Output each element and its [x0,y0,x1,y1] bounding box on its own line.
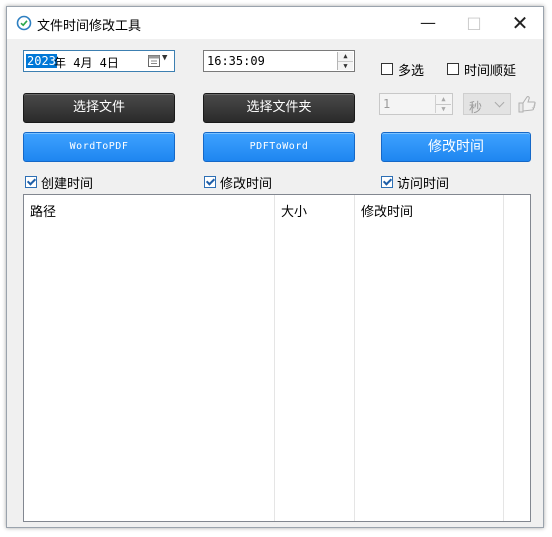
column-path: 路径 [24,195,275,521]
column-size: 大小 [275,195,355,521]
title-bar[interactable]: 文件时间修改工具 — □ ✕ [7,7,543,39]
chevron-down-icon[interactable]: ▼ [162,53,167,63]
date-year-selected[interactable]: 2023 [26,54,57,68]
interval-value[interactable]: 1 [383,97,390,111]
column-header-modified-time[interactable]: 修改时间 [361,201,413,220]
file-list[interactable]: 路径 大小 修改时间 [23,194,531,522]
interval-unit-value: 秒 [469,101,483,116]
modify-time-button[interactable]: 修改时间 [381,132,531,162]
clock-check-icon [16,15,32,31]
select-file-button[interactable]: 选择文件 [23,93,175,123]
time-picker[interactable]: 16:35:09 ▲ ▼ [203,50,355,72]
created-time-checkbox[interactable] [25,176,37,188]
interval-unit-select[interactable]: 秒 [463,93,511,116]
word-to-pdf-button[interactable]: WordToPDF [23,132,175,162]
time-value[interactable]: 16:35:09 [207,54,265,68]
column-header-size[interactable]: 大小 [281,201,307,220]
spin-up-icon[interactable]: ▲ [338,52,353,62]
created-time-label: 创建时间 [41,177,94,192]
chevron-down-icon [494,97,505,108]
pdf-to-word-button[interactable]: PDFToWord [203,132,355,162]
modified-time-checkbox[interactable] [204,176,216,188]
main-panel: 2023 年 4月 4日 ▼ 16:35:09 ▲ ▼ 多选 时间顺延 选择文件 [7,39,543,527]
spin-up-icon[interactable]: ▲ [436,95,451,105]
accessed-time-label: 访问时间 [397,177,450,192]
maximize-button[interactable]: □ [451,7,497,39]
window-title: 文件时间修改工具 [37,19,142,34]
date-month-day[interactable]: 年 4月 4日 [54,54,119,71]
time-sequence-label: 时间顺延 [464,64,517,79]
multi-select-checkbox[interactable] [381,63,393,75]
modified-time-label: 修改时间 [220,177,273,192]
thumbs-up-icon[interactable] [517,94,537,114]
calendar-icon[interactable] [148,54,160,67]
spin-down-icon[interactable]: ▼ [338,62,353,71]
interval-input[interactable]: 1 ▲ ▼ [379,93,453,115]
close-button[interactable]: ✕ [497,7,543,39]
time-spinner[interactable]: ▲ ▼ [337,52,353,70]
app-window: 文件时间修改工具 — □ ✕ 2023 年 4月 4日 ▼ 16:35:09 ▲… [6,6,544,528]
minimize-button[interactable]: — [405,7,451,39]
spin-down-icon[interactable]: ▼ [436,105,451,114]
accessed-time-checkbox[interactable] [381,176,393,188]
select-folder-button[interactable]: 选择文件夹 [203,93,355,123]
column-header-path[interactable]: 路径 [30,201,56,220]
multi-select-label: 多选 [398,64,425,79]
column-modified-time: 修改时间 [355,195,504,521]
interval-spinner[interactable]: ▲ ▼ [435,95,451,113]
date-picker[interactable]: 2023 年 4月 4日 ▼ [23,50,175,72]
time-sequence-checkbox[interactable] [447,63,459,75]
